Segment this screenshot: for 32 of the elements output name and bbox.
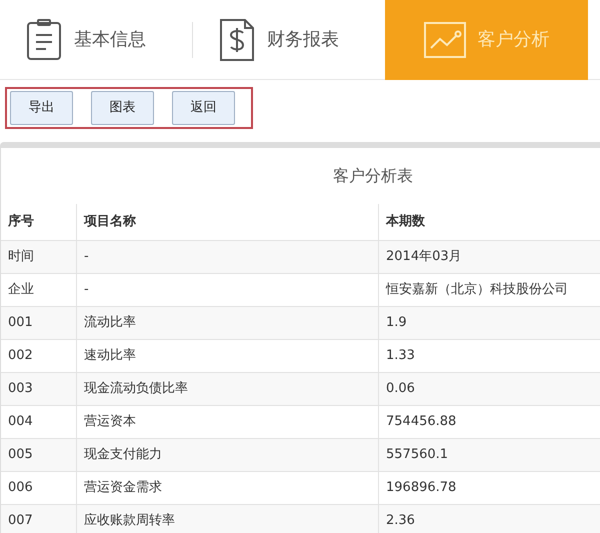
table-cell: 时间 xyxy=(1,241,77,274)
table-cell: 营运资本 xyxy=(77,406,379,439)
table-cell: 1.9 xyxy=(379,307,600,340)
table-title: 客户分析表 xyxy=(332,165,414,187)
table-cell: 现金支付能力 xyxy=(77,439,379,472)
table-cell: 2.36 xyxy=(379,505,600,533)
clipboard-icon xyxy=(26,18,62,60)
table-cell: 0.06 xyxy=(379,373,600,406)
table-cell: - xyxy=(77,274,379,307)
table-cell: 企业 xyxy=(1,274,77,307)
table-cell: 2014年03月 xyxy=(379,241,600,274)
table-cell: 应收账款周转率 xyxy=(77,505,379,533)
table-cell: 007 xyxy=(1,505,77,533)
table-cell: 004 xyxy=(1,406,77,439)
toolbar-button[interactable]: 导出 xyxy=(10,91,73,125)
table-cell: 003 xyxy=(1,373,77,406)
table-cell: 005 xyxy=(1,439,77,472)
table-cell: 流动比率 xyxy=(77,307,379,340)
table-cell: 557560.1 xyxy=(379,439,600,472)
table-cell: 现金流动负债比率 xyxy=(77,373,379,406)
table-cell: 营运资金需求 xyxy=(77,472,379,505)
table-cell: 002 xyxy=(1,340,77,373)
tab[interactable]: 财务报表 xyxy=(193,0,385,80)
tab[interactable]: 基本信息 xyxy=(0,0,192,80)
table-cell: 速动比率 xyxy=(77,340,379,373)
table-cell: 001 xyxy=(1,307,77,340)
line-chart-icon xyxy=(424,22,466,58)
dollar-document-icon xyxy=(219,18,255,62)
table-cell: - xyxy=(77,241,379,274)
toolbar-button[interactable]: 返回 xyxy=(172,91,235,125)
table-cell: 006 xyxy=(1,472,77,505)
toolbar-button[interactable]: 图表 xyxy=(91,91,154,125)
